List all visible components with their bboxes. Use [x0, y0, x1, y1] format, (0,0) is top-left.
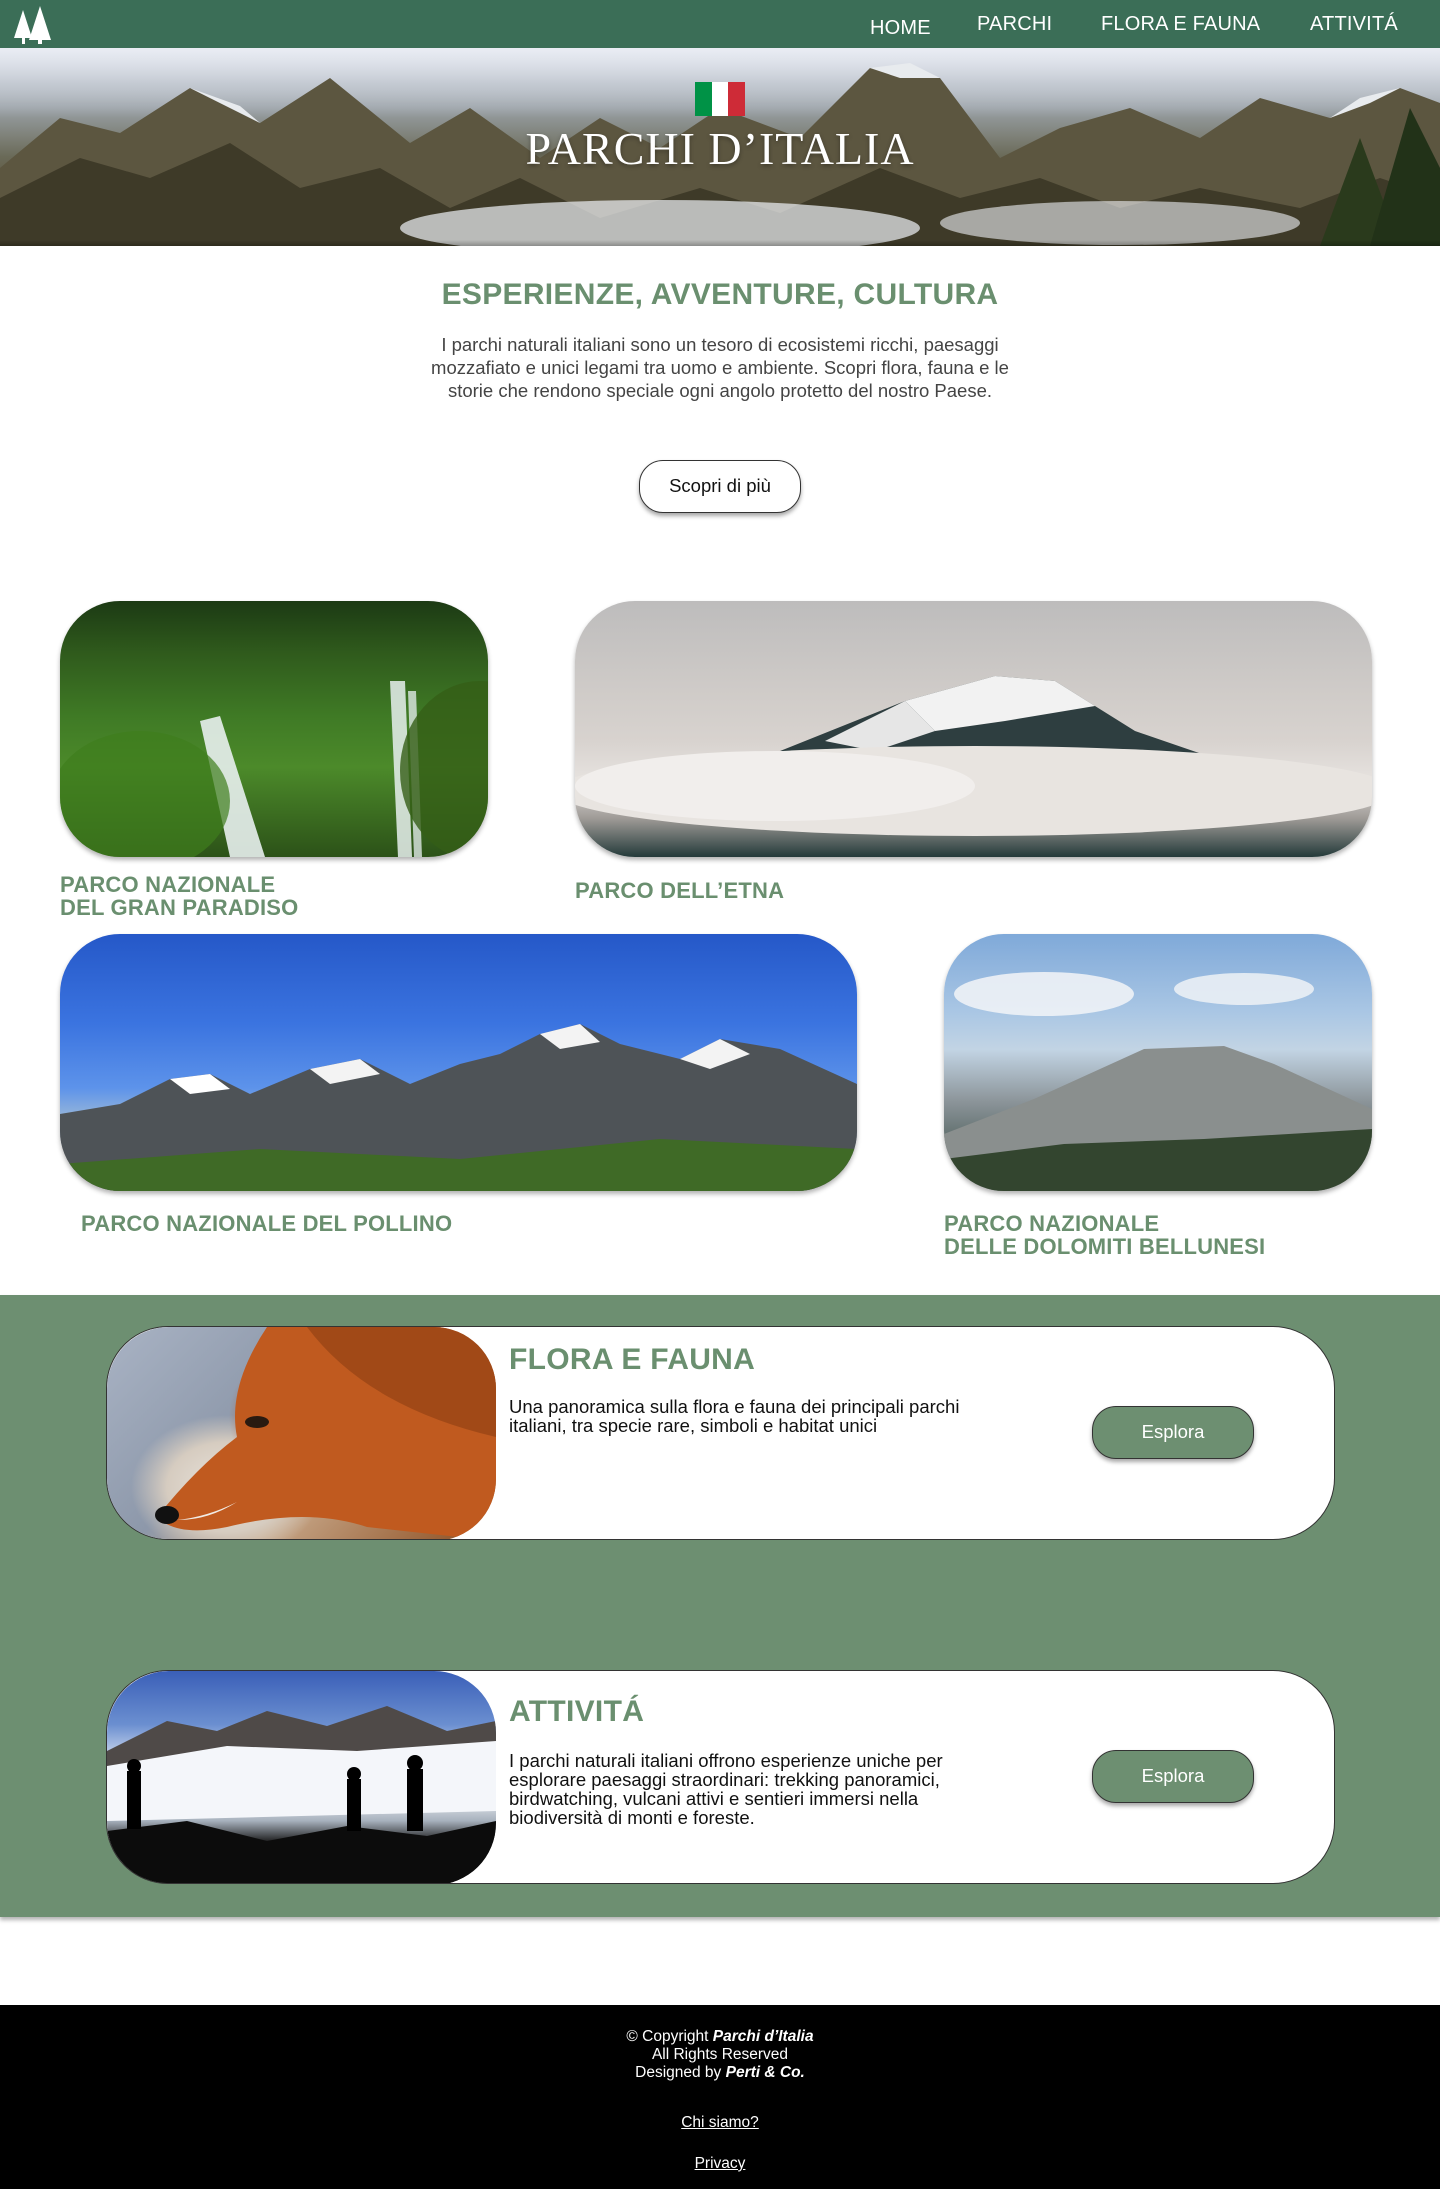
footer-copyright: © Copyright Parchi d’Italia All Rights R…	[0, 2028, 1440, 2082]
nav-attivita-link[interactable]: ATTIVITÁ	[1310, 0, 1398, 48]
dolomiti-label-line2: DELLE DOLOMITI BELLUNESI	[944, 1234, 1266, 1259]
pollino-label[interactable]: PARCO NAZIONALE DEL POLLINO	[81, 1212, 452, 1235]
hikers-image	[107, 1671, 496, 1883]
flag-green-stripe	[695, 82, 712, 116]
etna-image[interactable]	[575, 601, 1372, 857]
pollino-label-line1: PARCO NAZIONALE DEL POLLINO	[81, 1211, 453, 1236]
rocky-mountains-illustration	[60, 1024, 857, 1191]
privacy-link[interactable]: Privacy	[0, 2155, 1440, 2173]
etna-label[interactable]: PARCO DELL’ETNA	[575, 879, 784, 902]
flora-fauna-card: FLORA E FAUNA Una panoramica sulla flora…	[106, 1326, 1335, 1540]
hero-shadow	[0, 240, 1440, 246]
etna-label-line1: PARCO DELL’ETNA	[575, 878, 785, 903]
designed-brand: Perti & Co.	[725, 2064, 805, 2081]
about-link[interactable]: Chi siamo?	[0, 2114, 1440, 2132]
footer: © Copyright Parchi d’Italia All Rights R…	[0, 2005, 1440, 2189]
gran-paradiso-label[interactable]: PARCO NAZIONALE DEL GRAN PARADISO	[60, 873, 299, 919]
flora-fauna-title: FLORA E FAUNA	[509, 1343, 756, 1376]
waterfall-forest-illustration	[60, 681, 488, 857]
mountain-clouds-illustration	[944, 972, 1372, 1191]
dolomiti-label-line1: PARCO NAZIONALE	[944, 1211, 1160, 1236]
fox-face-illustration	[155, 1327, 496, 1539]
fox-image	[107, 1327, 496, 1539]
hikers-glacier-illustration	[107, 1706, 496, 1883]
top-navbar: HOME PARCHI FLORA E FAUNA ATTIVITÁ	[0, 0, 1440, 48]
gran-paradiso-image[interactable]	[60, 601, 488, 857]
gran-paradiso-label-line1: PARCO NAZIONALE	[60, 872, 276, 897]
flora-fauna-explore-button[interactable]: Esplora	[1092, 1406, 1254, 1459]
footer-copyright-line: © Copyright Parchi d’Italia	[0, 2028, 1440, 2046]
tree-logo-icon[interactable]	[12, 4, 54, 44]
copyright-prefix: © Copyright	[626, 2028, 713, 2045]
flora-fauna-text: Una panoramica sulla flora e fauna dei p…	[509, 1396, 960, 1436]
gran-paradiso-label-line2: DEL GRAN PARADISO	[60, 895, 299, 920]
nav-parchi-link[interactable]: PARCHI	[977, 0, 1052, 48]
discover-more-button[interactable]: Scopri di più	[639, 460, 801, 513]
attivita-title: ATTIVITÁ	[509, 1695, 645, 1728]
nav-home-link[interactable]: HOME	[870, 4, 931, 52]
snowy-volcano-illustration	[575, 676, 1372, 836]
pollino-image[interactable]	[60, 934, 857, 1191]
designed-prefix: Designed by	[635, 2064, 726, 2081]
attivita-text: I parchi naturali italiani offrono esper…	[509, 1750, 943, 1828]
dolomiti-bellunesi-image[interactable]	[944, 934, 1372, 1191]
nav-flora-fauna-link[interactable]: FLORA E FAUNA	[1101, 0, 1260, 48]
footer-rights-line: All Rights Reserved	[651, 2046, 789, 2063]
flag-red-stripe	[728, 82, 746, 116]
attivita-explore-button[interactable]: Esplora	[1092, 1750, 1254, 1803]
hero-banner: PARCHI D’ITALIA	[0, 48, 1440, 246]
copyright-brand: Parchi d’Italia	[712, 2028, 814, 2045]
intro-title: ESPERIENZE, AVVENTURE, CULTURA	[441, 278, 999, 311]
footer-designed-line: Designed by Perti & Co.	[0, 2064, 1440, 2082]
hero-title: PARCHI D’ITALIA	[525, 123, 915, 174]
attivita-card: ATTIVITÁ I parchi naturali italiani offr…	[106, 1670, 1335, 1884]
italian-flag-icon	[695, 82, 746, 116]
dolomiti-bellunesi-label[interactable]: PARCO NAZIONALE DELLE DOLOMITI BELLUNESI	[944, 1212, 1265, 1258]
flag-white-stripe	[711, 82, 729, 116]
intro-text: I parchi naturali italiani sono un tesor…	[431, 334, 1009, 401]
